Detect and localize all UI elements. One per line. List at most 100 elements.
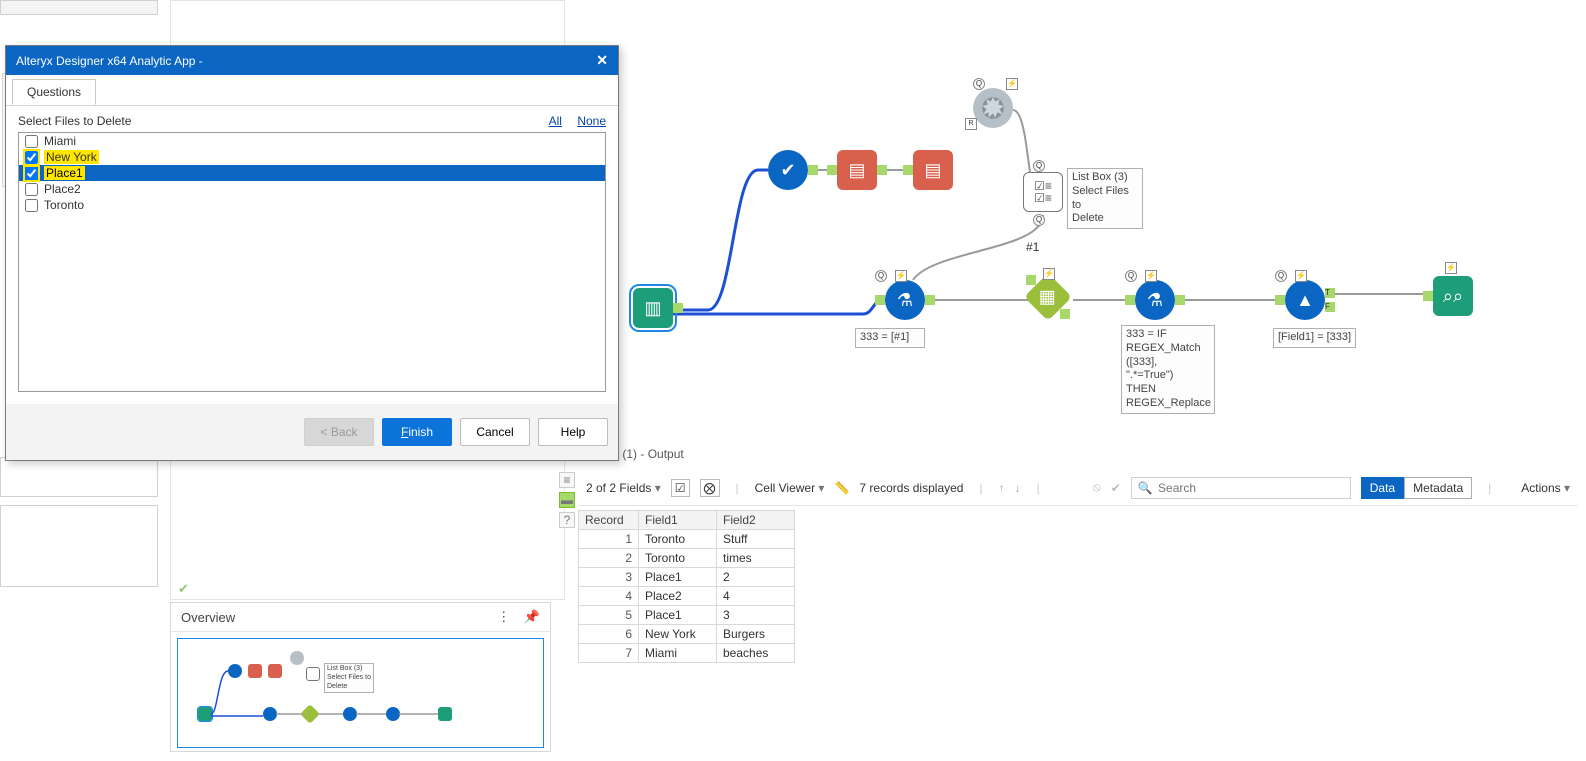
list-item-checkbox[interactable] xyxy=(25,167,38,180)
link-all[interactable]: All xyxy=(549,114,562,128)
table-row[interactable]: 7Miamibeaches xyxy=(579,644,795,663)
col-record[interactable]: Record xyxy=(579,511,639,530)
cancel-button[interactable]: Cancel xyxy=(460,418,530,446)
col-field2[interactable]: Field2 xyxy=(717,511,795,530)
results-side-icons: ≡ ▬ ? xyxy=(557,472,577,528)
arrow-up-icon[interactable]: ↑ xyxy=(999,481,1005,495)
back-button: < Back xyxy=(304,418,374,446)
list-item-checkbox[interactable] xyxy=(25,199,38,212)
list-item-label: Miami xyxy=(44,134,76,148)
node-listbox[interactable]: ☑≡☑≡ xyxy=(1023,172,1063,212)
help-button[interactable]: Help xyxy=(538,418,608,446)
filter-icon: ▲ xyxy=(1296,290,1314,311)
overview-canvas[interactable]: List Box (3)Select Files toDelete xyxy=(177,638,544,748)
anchor-q-icon: Q xyxy=(1033,160,1045,172)
arrow-down-icon[interactable]: ↓ xyxy=(1015,481,1021,495)
actions-dropdown[interactable]: Actions xyxy=(1521,481,1570,495)
check-icon[interactable]: ☑ xyxy=(671,479,690,497)
node-browse[interactable]: ⌕⌕ xyxy=(1433,276,1473,316)
list-item[interactable]: Toronto xyxy=(19,197,605,213)
close-icon[interactable]: ✕ xyxy=(596,52,608,69)
panel-stub-top xyxy=(0,0,158,15)
node-formula-1[interactable]: ⚗ xyxy=(885,280,925,320)
list-item-label: New York xyxy=(44,150,99,164)
dialog-tabs: Questions xyxy=(6,75,618,106)
search-field[interactable] xyxy=(1156,480,1326,496)
table-row[interactable]: 2Torontotimes xyxy=(579,549,795,568)
node-action-2[interactable]: ▤ xyxy=(913,150,953,190)
table-row[interactable]: 5Place13 xyxy=(579,606,795,625)
overview-menu-icon[interactable]: ⋮ xyxy=(497,609,510,624)
file-listbox[interactable]: Miami New York Place1 Place2 Toronto xyxy=(18,132,606,392)
list-item[interactable]: Place1 xyxy=(19,165,605,181)
node-check-interface[interactable]: ✔ xyxy=(768,150,808,190)
anchor-false: F xyxy=(1325,302,1335,312)
list-item-checkbox[interactable] xyxy=(25,151,38,164)
binoculars-icon: ⌕⌕ xyxy=(1443,286,1463,307)
mini-annot: List Box (3)Select Files toDelete xyxy=(324,663,374,693)
grid-icon: ▦ xyxy=(1039,286,1056,307)
search-icon: 🔍 xyxy=(1138,481,1153,495)
list-item[interactable]: Miami xyxy=(19,133,605,149)
help-icon[interactable]: ? xyxy=(559,512,575,528)
question-prompt: Select Files to Delete xyxy=(18,114,131,128)
list-item-checkbox[interactable] xyxy=(25,183,38,196)
formula1-annotation: 333 = [#1] xyxy=(855,328,925,348)
flask-icon: ⚗ xyxy=(897,290,913,311)
anchor-bolt-icon: ⚡ xyxy=(895,270,907,282)
anchor-r-icon: R xyxy=(965,118,977,130)
list-item-label: Place1 xyxy=(44,166,85,180)
cellviewer-dropdown[interactable]: Cell Viewer xyxy=(755,481,825,495)
filter-annotation: [Field1] = [333] xyxy=(1273,328,1356,348)
finish-button[interactable]: Finish xyxy=(382,418,452,446)
list-item[interactable]: New York xyxy=(19,149,605,165)
table-row[interactable]: 1TorontoStuff xyxy=(579,530,795,549)
list-item-label: Toronto xyxy=(44,198,84,212)
table-row[interactable]: 3Place12 xyxy=(579,568,795,587)
panel-stub-mid xyxy=(0,457,158,497)
anchor-q-icon: Q xyxy=(973,78,985,90)
link-none[interactable]: None xyxy=(577,114,606,128)
anchor-bolt-icon: ⚡ xyxy=(1043,268,1055,280)
node-select[interactable]: ▦ xyxy=(1024,273,1072,321)
node-action-1[interactable]: ▤ xyxy=(837,150,877,190)
search-input[interactable]: 🔍 xyxy=(1131,477,1351,499)
meta-icon[interactable]: ≡ xyxy=(559,472,575,488)
list-item-label: Place2 xyxy=(44,182,81,196)
results-table[interactable]: Record Field1 Field2 1TorontoStuff2Toron… xyxy=(578,510,795,663)
book-icon: ▥ xyxy=(644,298,661,319)
ruler-icon[interactable]: 📏 xyxy=(834,481,849,495)
anchor-bolt-icon: ⚡ xyxy=(1295,270,1307,282)
workflow-canvas[interactable]: ▥ ✔ ▤ ▤ Q ⚡ R ☑≡☑≡ Q Q List Box (3) Sele… xyxy=(573,0,1586,460)
fields-dropdown[interactable]: 2 of 2 Fields xyxy=(586,481,661,495)
flask-icon: ⚗ xyxy=(1147,290,1163,311)
data-view-icon[interactable]: ▬ xyxy=(559,492,575,508)
metadata-tab[interactable]: Metadata xyxy=(1404,477,1472,499)
list-item-checkbox[interactable] xyxy=(25,135,38,148)
node-saw[interactable] xyxy=(973,88,1013,128)
list-item[interactable]: Place2 xyxy=(19,181,605,197)
overview-title: Overview xyxy=(181,610,235,625)
table-row[interactable]: 6New YorkBurgers xyxy=(579,625,795,644)
anchor-bolt-icon: ⚡ xyxy=(1006,78,1018,90)
listbox-annotation: List Box (3) Select Files to Delete xyxy=(1067,168,1143,229)
anchor-q-icon: Q xyxy=(875,270,887,282)
formula2-annotation: 333 = IF REGEX_Match ([333], ".*=True") … xyxy=(1121,325,1215,414)
panel-stub-low xyxy=(0,505,158,587)
results-toolbar: 2 of 2 Fields ☑ ⨂ | Cell Viewer 📏 7 reco… xyxy=(578,470,1578,506)
overview-pin-icon[interactable]: 📌 xyxy=(524,609,540,624)
node-text-input[interactable]: ▥ xyxy=(633,288,673,328)
apply-icon[interactable]: ✔ xyxy=(1111,481,1121,495)
table-row[interactable]: 4Place24 xyxy=(579,587,795,606)
node-filter[interactable]: ▲ T F xyxy=(1285,280,1325,320)
status-ok-icon: ✔ xyxy=(178,581,189,597)
col-field1[interactable]: Field1 xyxy=(639,511,717,530)
data-tab[interactable]: Data xyxy=(1361,477,1404,499)
node-formula-2[interactable]: ⚗ xyxy=(1135,280,1175,320)
records-label: 7 records displayed xyxy=(859,481,963,495)
forbid-icon[interactable]: ⦸ xyxy=(1093,480,1101,495)
tab-questions[interactable]: Questions xyxy=(12,79,96,105)
remove-icon[interactable]: ⨂ xyxy=(700,479,720,497)
anchor-bolt-icon: ⚡ xyxy=(1145,270,1157,282)
anchor-q-icon: Q xyxy=(1275,270,1287,282)
